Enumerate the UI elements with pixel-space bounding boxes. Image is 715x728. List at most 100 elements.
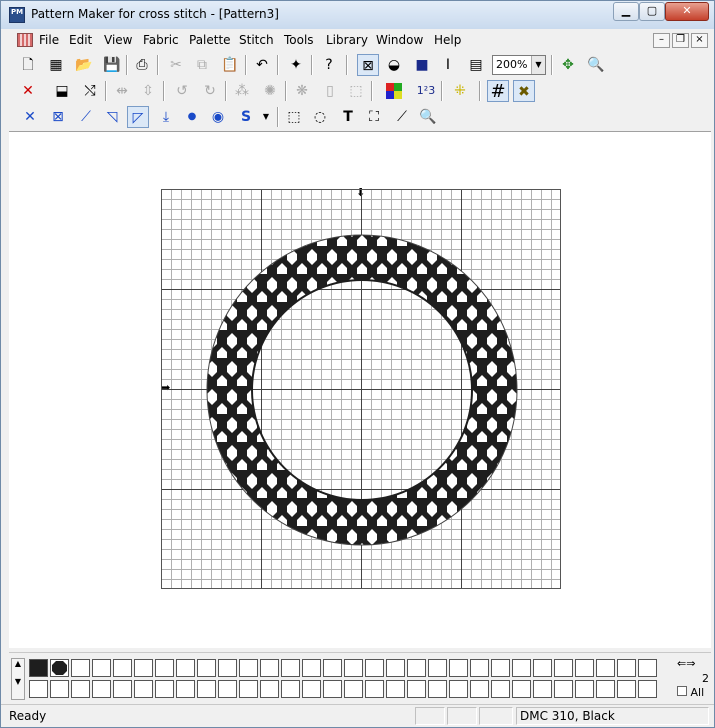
mdi-restore-button[interactable]: ❐ [672, 33, 689, 48]
document-icon[interactable] [17, 33, 33, 47]
quarter-stitch-icon[interactable]: ⟋ [75, 106, 97, 128]
palette-swatch[interactable] [218, 680, 237, 698]
maximize-button[interactable]: ▢ [639, 2, 665, 21]
bead-icon[interactable]: ◉ [207, 106, 229, 128]
zoom-fit-icon[interactable]: ✥ [557, 54, 579, 76]
palette-swatch[interactable] [428, 659, 447, 677]
palette-swatch[interactable] [113, 659, 132, 677]
palette-swatch[interactable] [92, 659, 111, 677]
menu-file[interactable]: File [39, 33, 59, 47]
text-cursor-icon[interactable]: I [437, 54, 459, 76]
palette-swatch[interactable] [512, 659, 531, 677]
palette-swatch[interactable] [575, 680, 594, 698]
flip-horizontal-icon[interactable]: ⇹ [111, 80, 133, 102]
palette-swatch[interactable] [365, 659, 384, 677]
palette-swatch[interactable] [575, 659, 594, 677]
french-knot-icon[interactable]: ● [181, 106, 203, 128]
palette-swatch[interactable] [176, 680, 195, 698]
palette-swatch[interactable] [281, 680, 300, 698]
palette-swatch[interactable] [512, 680, 531, 698]
palette-swatch[interactable] [197, 680, 216, 698]
minimize-button[interactable]: ▁ [613, 2, 639, 21]
palette-swatch[interactable] [134, 659, 153, 677]
palette-swatch[interactable] [470, 680, 489, 698]
eyedropper-icon[interactable]: ⟋ [391, 106, 413, 128]
menu-fabric[interactable]: Fabric [143, 33, 179, 47]
effect-icon[interactable]: ❋ [291, 80, 313, 102]
chevron-down-icon[interactable]: ▼ [531, 56, 545, 74]
palette-swatch[interactable] [323, 680, 342, 698]
delete-icon[interactable]: ✕ [17, 80, 39, 102]
full-stitch-icon[interactable]: ✕ [19, 106, 41, 128]
rect-select-icon[interactable]: ⬚ [283, 106, 305, 128]
view-stitches-icon[interactable]: ⊠ [357, 54, 379, 76]
palette-swatch[interactable] [113, 680, 132, 698]
palette-swatch[interactable] [533, 680, 552, 698]
paste-icon[interactable]: 📋 [219, 54, 241, 76]
mirror-icon[interactable]: ⁂ [231, 80, 253, 102]
numbers-icon[interactable]: 1²3 [415, 80, 437, 102]
stitch-grid[interactable] [161, 189, 562, 590]
copy-icon[interactable]: ⧉ [191, 54, 213, 76]
zoom-select[interactable]: 200% ▼ [492, 55, 546, 75]
palette-swatch[interactable] [554, 680, 573, 698]
half-stitch-icon[interactable]: ⊠ [47, 106, 69, 128]
palette-swatch[interactable] [239, 659, 258, 677]
replace-color-icon[interactable]: ⬓ [51, 80, 73, 102]
rotate-right-icon[interactable]: ↻ [199, 80, 221, 102]
cut-icon[interactable]: ✂ [165, 54, 187, 76]
magnifier-icon[interactable]: 🔍 [417, 106, 439, 128]
palette-swatch[interactable] [386, 659, 405, 677]
menu-library[interactable]: Library [326, 33, 368, 47]
palette-swatch[interactable] [50, 659, 69, 677]
outline-icon[interactable]: ▯ [319, 80, 341, 102]
palette-swatch[interactable] [197, 659, 216, 677]
open-icon[interactable]: 📂 [73, 54, 95, 76]
palette-swatch[interactable] [596, 680, 615, 698]
palette-swatch[interactable] [470, 659, 489, 677]
rotate-left-icon[interactable]: ↺ [171, 80, 193, 102]
wizard-icon[interactable]: ✦ [285, 54, 307, 76]
specialty-stitch-icon[interactable]: S [235, 106, 257, 128]
palette-arrows-icon[interactable]: ⇐⇒ [677, 657, 709, 670]
palette-swatch[interactable] [344, 680, 363, 698]
close-button[interactable]: ✕ [665, 2, 709, 21]
blob-icon[interactable]: ✺ [259, 80, 281, 102]
palette-swatch[interactable] [344, 659, 363, 677]
save-icon[interactable]: 💾 [101, 54, 123, 76]
menu-view[interactable]: View [104, 33, 132, 47]
palette-swatch[interactable] [50, 680, 69, 698]
palette-swatch[interactable] [638, 659, 657, 677]
palette-swatch[interactable] [449, 659, 468, 677]
menu-palette[interactable]: Palette [189, 33, 231, 47]
palette-swatch[interactable] [134, 680, 153, 698]
print-icon[interactable]: ⎙ [131, 54, 153, 76]
clipboard-icon[interactable]: ⬚ [345, 80, 367, 102]
palette-swatch[interactable] [428, 680, 447, 698]
fill-icon[interactable]: ⛶ [363, 106, 385, 128]
menu-stitch[interactable]: Stitch [239, 33, 274, 47]
palette-swatch[interactable] [323, 659, 342, 677]
palette-swatch[interactable] [617, 680, 636, 698]
palette-swatch[interactable] [155, 680, 174, 698]
palette-swatch[interactable] [92, 680, 111, 698]
palette-swatch[interactable] [449, 680, 468, 698]
palette-scrollbar[interactable]: ▲ ▼ [11, 658, 25, 700]
help-icon[interactable]: ? [318, 54, 340, 76]
three-quarter-stitch-icon[interactable]: ◹ [101, 106, 123, 128]
grid-icon[interactable]: # [487, 80, 509, 102]
palette-swatch[interactable] [176, 659, 195, 677]
palette-swatch[interactable] [260, 680, 279, 698]
palette-swatch[interactable] [617, 659, 636, 677]
palette-swatch[interactable] [365, 680, 384, 698]
report-icon[interactable]: ▤ [465, 54, 487, 76]
view-symbols-icon[interactable]: ◒ [383, 54, 405, 76]
menu-edit[interactable]: Edit [69, 33, 92, 47]
palette-swatch[interactable] [71, 680, 90, 698]
menu-tools[interactable]: Tools [284, 33, 314, 47]
view-blocks-icon[interactable]: ■ [411, 54, 433, 76]
new-icon[interactable]: 🗋 [17, 54, 39, 76]
palette-swatch[interactable] [596, 659, 615, 677]
long-stitch-icon[interactable]: ⤓ [155, 106, 177, 128]
palette-swatch[interactable] [239, 680, 258, 698]
